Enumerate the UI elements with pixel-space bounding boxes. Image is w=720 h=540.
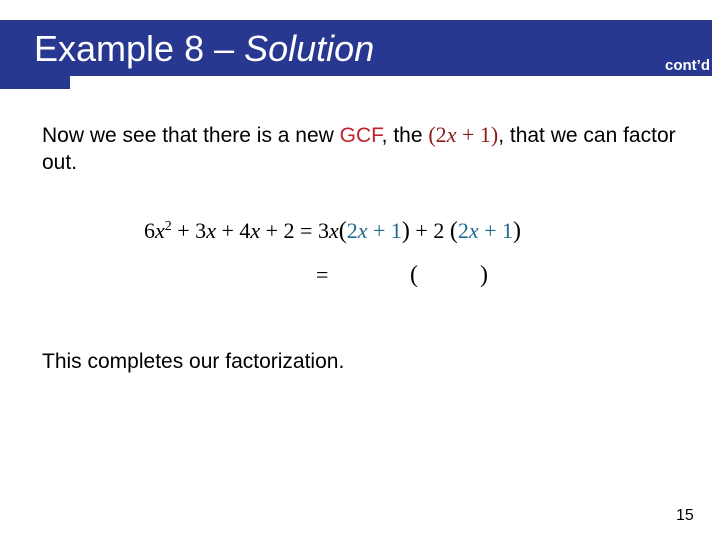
eq-lhs-coef: 6 (144, 218, 155, 243)
eq-text: + 1 (478, 218, 514, 243)
eq-paren-open: ( (449, 218, 458, 244)
page-number: 15 (676, 507, 694, 524)
eq-text: + 3 (171, 218, 207, 243)
eq-var: x (155, 218, 165, 243)
inner-factor-2: 2x + 1 (458, 218, 513, 243)
slide-title: Example 8 – Solution (34, 27, 374, 71)
eq-text: 2 (346, 218, 358, 243)
equation-line-1: 6x2 + 3x + 4x + 2 = 3x(2x + 1) + 2 (2x +… (144, 218, 521, 245)
eq-text: + 4 (215, 218, 251, 243)
eq-text: + 1 (367, 218, 402, 243)
eq-var: x (328, 218, 339, 243)
eq-paren-close: ) (401, 218, 410, 244)
title-italic: Solution (244, 28, 375, 69)
conclusion-text: This completes our factorization. (42, 350, 345, 373)
equation-line-2-equals: = (316, 262, 329, 287)
expr-var: x (446, 122, 457, 147)
continued-label: cont’d (665, 57, 710, 74)
eq-text: + 2 (409, 218, 450, 243)
equation-line-2-paren-close: ) (480, 262, 488, 288)
intro-paragraph: Now we see that there is a new GCF, the … (42, 121, 682, 176)
gcf-expression: (2x + 1) (428, 122, 498, 147)
eq-var: x (206, 218, 216, 243)
equation-line-2-paren-open: ( (410, 262, 418, 288)
eq-var: x (468, 218, 479, 243)
expr-open: (2 (428, 122, 447, 147)
para-text-1: Now we see that there is a new (42, 124, 340, 147)
inner-factor-1: 2x + 1 (347, 218, 402, 243)
para-text-2: , the (381, 124, 429, 147)
eq-var: x (357, 218, 368, 243)
eq-text: + 2 = (260, 218, 318, 243)
eq-text: 2 (457, 218, 469, 243)
gcf-term: GCF (339, 124, 382, 147)
eq-paren-open: ( (338, 218, 347, 244)
eq-paren-close: ) (513, 218, 522, 244)
title-main: Example 8 – (34, 28, 245, 69)
eq-var: x (250, 218, 261, 243)
eq-exponent: 2 (164, 219, 172, 234)
eq-term-coef: 3 (317, 218, 329, 243)
expr-close: + 1) (456, 122, 499, 147)
